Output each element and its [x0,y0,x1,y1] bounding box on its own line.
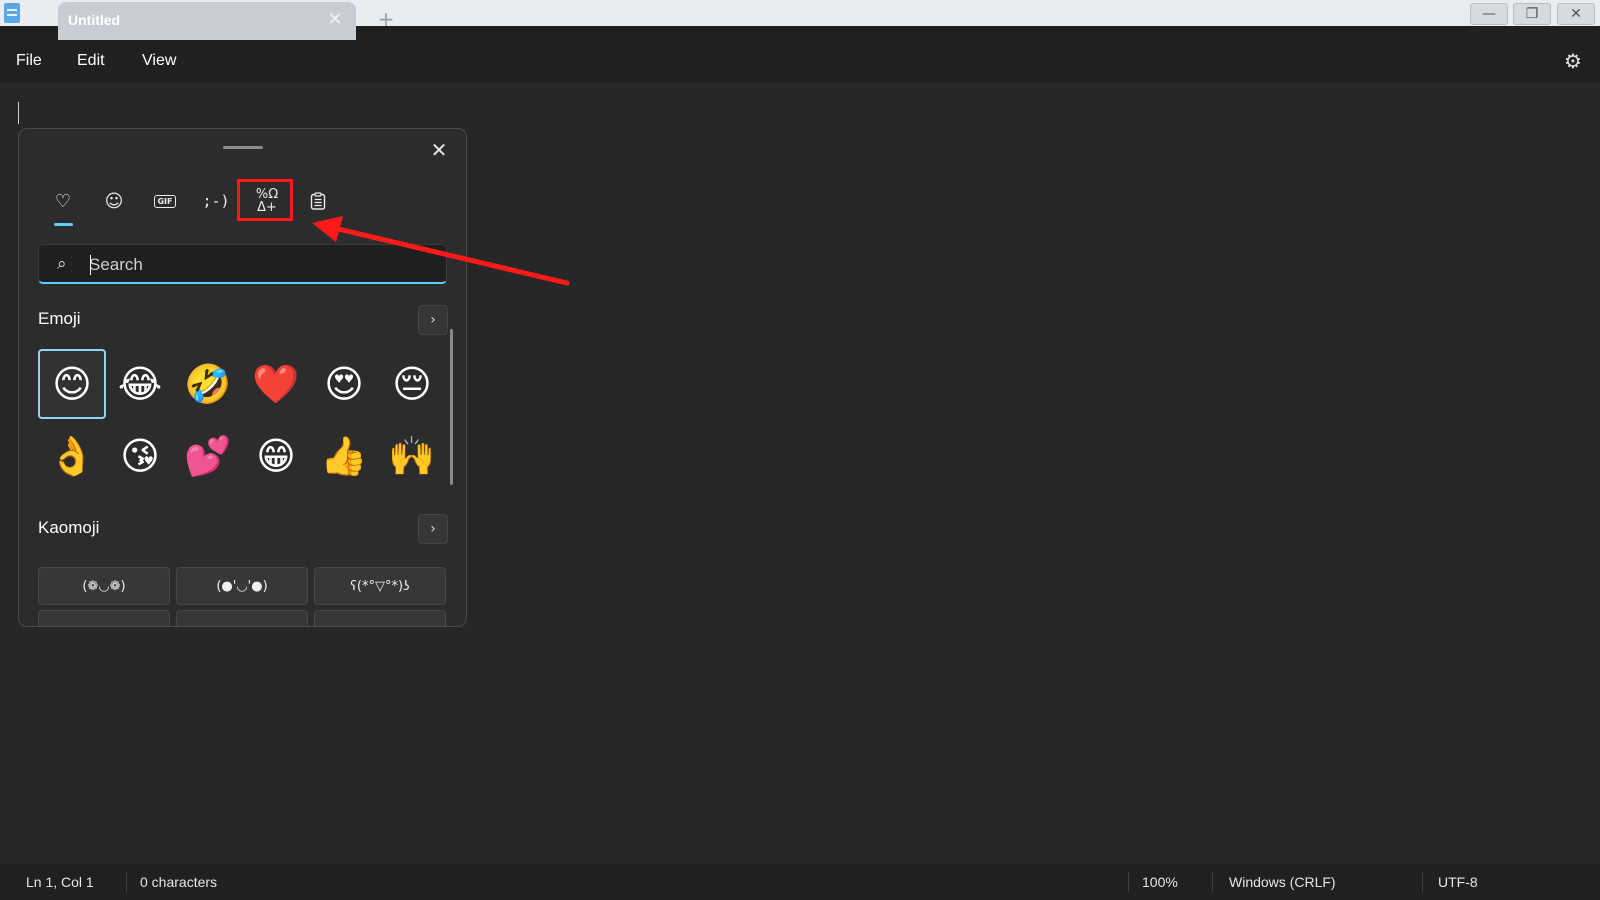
heart-icon: ♡ [54,190,72,212]
minimize-button[interactable]: — [1470,3,1508,25]
menu-file[interactable]: File [16,52,42,70]
symbols-highlight-annotation [237,179,293,221]
title-bar: Untitled ✕ + — ❐ ✕ [0,0,1600,40]
panel-close-icon[interactable]: ✕ [424,135,454,165]
clipboard-icon [310,192,326,210]
emoji-section-title: Emoji [38,309,81,328]
search-box[interactable]: ⌕ [38,244,447,284]
tab-untitled[interactable]: Untitled ✕ [58,2,356,40]
kaomoji-item-partial[interactable] [314,610,446,626]
text-caret [18,102,19,124]
emoji-item[interactable]: 😘 [106,421,174,491]
tab-clipboard[interactable] [299,183,337,219]
status-bar: Ln 1, Col 1 0 characters 100% Windows (C… [0,864,1600,900]
tab-kaomoji[interactable]: ;-) [197,183,235,219]
search-caret [90,255,91,275]
smiley-icon: ☺ [104,190,124,212]
emoji-item[interactable]: 😍 [310,349,378,419]
panel-scrollbar[interactable] [450,329,453,485]
tab-favorites-heart-icon[interactable]: ♡ [44,183,82,219]
active-category-indicator [54,223,73,226]
tab-title: Untitled [68,12,121,28]
tab-emoji-smiley-icon[interactable]: ☺ [95,183,133,219]
emoji-panel: ✕ ♡ ☺ GIF ;-) %Ω Δ+ ⌕ Emoji › 😊 😂 🤣 ❤️ [18,128,467,627]
kaomoji-grid: (❁◡❁) (●'◡'●) ʕ(*°▽°*)ʖ [38,567,452,626]
new-tab-button[interactable]: + [375,8,397,30]
emoji-item[interactable]: 😁 [242,421,310,491]
kaomoji-item[interactable]: ʕ(*°▽°*)ʖ [314,567,446,605]
emoji-item[interactable]: ❤️ [242,349,310,419]
search-input[interactable] [89,252,429,278]
window-close-button[interactable]: ✕ [1557,3,1595,25]
close-tab-icon[interactable]: ✕ [324,9,346,31]
menu-view[interactable]: View [142,52,176,70]
cursor-position: Ln 1, Col 1 [26,874,94,890]
kaomoji-section-title: Kaomoji [38,518,100,537]
menu-bar: File Edit View ⚙ [0,40,1600,82]
emoji-more-button[interactable]: › [418,305,448,335]
emoji-item[interactable]: 🙌 [378,421,446,491]
line-endings[interactable]: Windows (CRLF) [1229,874,1336,890]
emoji-item[interactable]: 😊 [38,349,106,419]
status-divider [1128,872,1129,892]
kaomoji-item-partial[interactable] [38,610,170,626]
settings-gear-icon[interactable]: ⚙ [1562,50,1584,72]
kaomoji-item[interactable]: (❁◡❁) [38,567,170,605]
emoji-grid: 😊 😂 🤣 ❤️ 😍 😔 👌 😘 💕 😁 👍 🙌 [38,349,438,491]
kaomoji-more-button[interactable]: › [418,514,448,544]
emoji-item[interactable]: 💕 [174,421,242,491]
emoji-item[interactable]: 👍 [310,421,378,491]
kaomoji-item[interactable]: (●'◡'●) [176,567,308,605]
emoji-item[interactable]: 😂 [106,349,174,419]
status-divider [1212,872,1213,892]
status-divider [1422,872,1423,892]
notepad-icon [4,3,20,23]
emoji-item[interactable]: 😔 [378,349,446,419]
kaomoji-icon: ;-) [202,192,230,210]
panel-drag-handle[interactable] [223,146,263,149]
status-divider [126,872,127,892]
kaomoji-item-partial[interactable] [176,610,308,626]
gif-icon: GIF [154,194,176,208]
emoji-item[interactable]: 🤣 [174,349,242,419]
restore-button[interactable]: ❐ [1513,3,1551,25]
tab-gif[interactable]: GIF [146,183,184,219]
zoom-level[interactable]: 100% [1142,874,1178,890]
search-icon: ⌕ [57,254,67,274]
menu-edit[interactable]: Edit [77,52,105,70]
encoding[interactable]: UTF-8 [1438,874,1478,890]
emoji-item[interactable]: 👌 [38,421,106,491]
character-count: 0 characters [140,874,218,890]
